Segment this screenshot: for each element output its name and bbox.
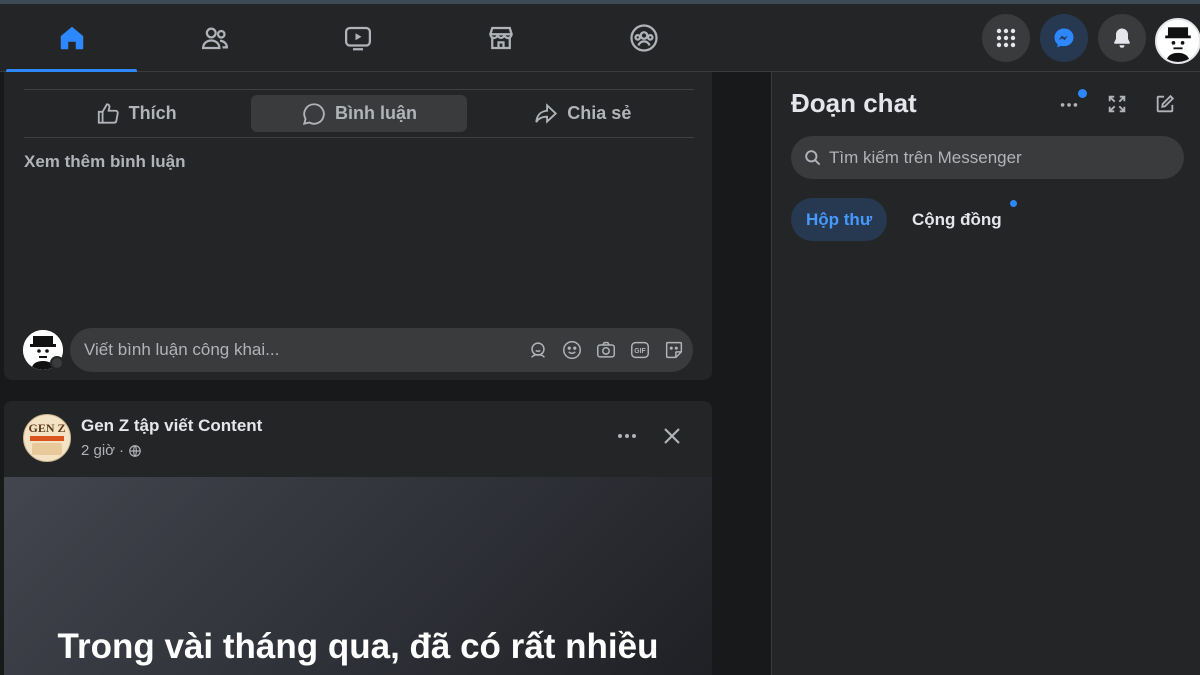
search-icon [805,150,821,166]
see-more-comments-link[interactable]: Xem thêm bình luận [24,152,186,172]
comment-box: GIF [70,328,693,372]
hide-post-button[interactable] [654,420,690,452]
notifications-button[interactable] [1098,14,1146,62]
nav-tab-home[interactable] [0,4,143,73]
sticker-icon [665,341,683,359]
globe-icon [129,444,141,457]
top-navbar [0,4,1200,73]
post-card: GEN Z Gen Z tập viết Content 2 giờ · Tro… [4,401,712,675]
page-avatar-illustration [32,442,62,455]
notification-dot [1078,89,1087,98]
tab-inbox[interactable]: Hộp thư [791,198,888,241]
comment-icon [302,102,325,125]
share-label: Chia sẻ [567,103,632,123]
home-icon [60,26,83,50]
expand-icon [1108,95,1126,113]
community-unread-dot [1010,200,1017,207]
nav-tab-marketplace[interactable] [429,4,572,72]
compose-icon [1156,94,1175,113]
video-icon [344,26,371,51]
like-button[interactable]: Thích [28,95,243,132]
emoji-button[interactable] [561,339,583,361]
avatar[interactable] [1155,18,1200,64]
messenger-icon [1054,28,1074,48]
comment-label: Bình luận [334,103,417,123]
photo-button[interactable] [595,339,617,361]
avatar-sticker-icon [530,342,546,358]
avatar-sticker-button[interactable] [527,339,549,361]
comment-button[interactable]: Bình luận [251,95,467,132]
expand-chats-button[interactable] [1101,88,1133,120]
groups-icon [629,24,658,52]
share-icon [535,102,558,124]
like-label: Thích [128,103,177,123]
page-avatar-logo-text: GEN Z [28,420,66,435]
tab-community[interactable]: Cộng đồng [897,198,1017,241]
chat-panel: Đoạn chat Hộp thư Cộng đồng [771,72,1200,675]
bell-icon [1114,28,1130,48]
post-action-bar: Thích Bình luận Chia sẻ [24,89,694,138]
emoji-icon [563,341,581,359]
camera-icon [597,341,615,358]
comment-tools: GIF [527,328,685,372]
page-name-link[interactable]: Gen Z tập viết Content [81,416,262,436]
nav-tab-groups[interactable] [572,4,715,72]
gif-button[interactable]: GIF [629,339,651,361]
messenger-search [791,136,1184,179]
store-icon [488,26,513,50]
post-time[interactable]: 2 giờ [81,442,115,459]
post-meta: 2 giờ · [81,442,142,459]
sticker-button[interactable] [663,339,685,361]
meta-separator: · [119,442,125,459]
thumbs-up-icon [97,102,119,124]
menu-grid-icon [996,28,1016,48]
page-avatar[interactable]: GEN Z [23,414,71,462]
friends-icon [201,27,228,50]
page-avatar-band [30,435,64,441]
new-message-button[interactable] [1149,88,1181,120]
close-icon [664,428,680,444]
messenger-search-input[interactable] [829,136,1169,179]
nav-tab-watch[interactable] [286,4,429,72]
svg-text:GIF: GIF [634,348,645,355]
post-image-headline: Trong vài tháng qua, đã có rất nhiều [57,627,659,666]
user-avatar-icon [1157,20,1199,62]
more-horizontal-icon [1060,103,1078,107]
chat-panel-title: Đoạn chat [791,88,917,118]
messenger-button[interactable] [1040,14,1088,62]
post-card: Thích Bình luận Chia sẻ Xem thêm bình lu… [4,72,712,380]
share-button[interactable]: Chia sẻ [475,95,690,132]
gif-icon: GIF [631,341,649,359]
nav-tab-friends[interactable] [143,4,286,72]
menu-button[interactable] [982,14,1030,62]
profile-switch-badge[interactable] [50,356,64,370]
post-options-button[interactable] [609,420,645,452]
post-image[interactable]: Trong vài tháng qua, đã có rất nhiều [4,477,712,675]
more-horizontal-icon [618,434,636,438]
comment-input[interactable] [84,328,504,372]
